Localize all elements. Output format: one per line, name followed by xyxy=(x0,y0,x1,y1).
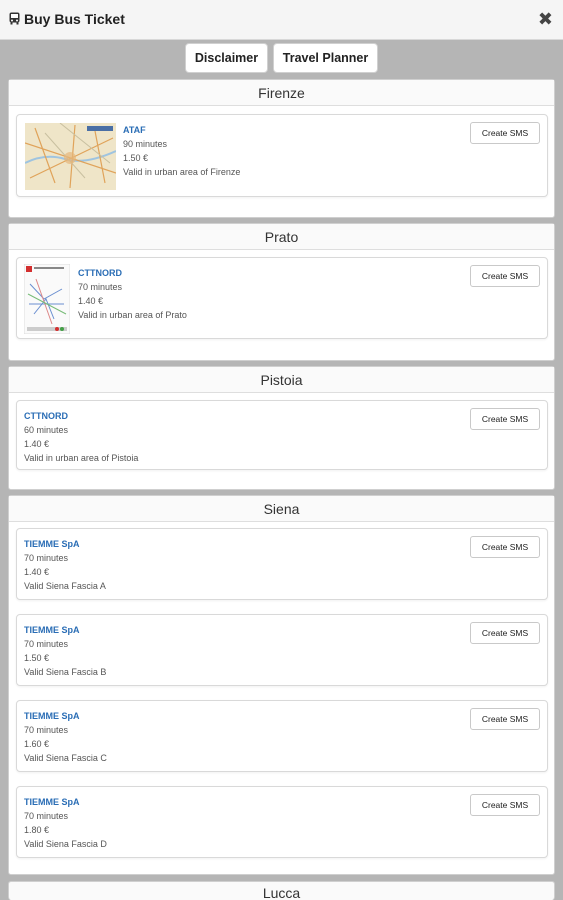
create-sms-button[interactable]: Create SMS xyxy=(470,794,540,816)
section-title: Siena xyxy=(9,496,554,522)
ticket-card: CTTNORD 70 minutes 1.40 € Valid in urban… xyxy=(16,257,548,339)
section-pistoia: Pistoia CTTNORD 60 minutes 1.40 € Valid … xyxy=(8,366,555,490)
ticket-card: TIEMME SpA 70 minutes 1.40 € Valid Siena… xyxy=(16,528,548,600)
close-icon[interactable]: ✖ xyxy=(538,9,553,29)
ticket-info: ATAF 90 minutes 1.50 € Valid in urban ar… xyxy=(123,123,240,179)
section-lucca: Lucca xyxy=(8,881,555,900)
section-title: Firenze xyxy=(9,80,554,106)
ticket-duration: 90 minutes xyxy=(123,139,168,149)
operator-link[interactable]: TIEMME SpA xyxy=(24,795,107,809)
section-title: Pistoia xyxy=(9,367,554,393)
ticket-price: 1.40 € xyxy=(24,439,50,449)
operator-link[interactable]: ATAF xyxy=(123,123,240,137)
travel-planner-button[interactable]: Travel Planner xyxy=(273,43,378,73)
ticket-price: 1.60 € xyxy=(24,739,50,749)
ticket-validity: Valid Siena Fascia B xyxy=(24,667,107,677)
create-sms-button[interactable]: Create SMS xyxy=(470,536,540,558)
section-title: Lucca xyxy=(9,882,554,900)
network-map-thumbnail xyxy=(24,264,70,334)
ticket-duration: 70 minutes xyxy=(24,553,69,563)
ticket-info: TIEMME SpA 70 minutes 1.80 € Valid Siena… xyxy=(24,795,107,851)
ticket-duration: 70 minutes xyxy=(24,811,69,821)
ticket-card: CTTNORD 60 minutes 1.40 € Valid in urban… xyxy=(16,400,548,470)
ticket-card: TIEMME SpA 70 minutes 1.80 € Valid Siena… xyxy=(16,786,548,858)
ticket-card: ATAF 90 minutes 1.50 € Valid in urban ar… xyxy=(16,114,548,197)
create-sms-button[interactable]: Create SMS xyxy=(470,122,540,144)
operator-link[interactable]: TIEMME SpA xyxy=(24,709,107,723)
ticket-validity: Valid in urban area of Firenze xyxy=(123,167,241,177)
ticket-price: 1.40 € xyxy=(24,567,50,577)
ticket-card: TIEMME SpA 70 minutes 1.60 € Valid Siena… xyxy=(16,700,548,772)
operator-link[interactable]: TIEMME SpA xyxy=(24,537,106,551)
section-prato: Prato CTTNORD 70 minutes 1.40 € Valid in… xyxy=(8,223,555,361)
ticket-info: TIEMME SpA 70 minutes 1.60 € Valid Siena… xyxy=(24,709,107,765)
section-title: Prato xyxy=(9,224,554,250)
section-siena: Siena TIEMME SpA 70 minutes 1.40 € Valid… xyxy=(8,495,555,875)
app-bar: Buy Bus Ticket ✖ xyxy=(0,0,563,40)
ticket-validity: Valid in urban area of Pistoia xyxy=(24,453,139,463)
ticket-duration: 70 minutes xyxy=(78,282,123,292)
ticket-info: TIEMME SpA 70 minutes 1.40 € Valid Siena… xyxy=(24,537,106,593)
ticket-price: 1.50 € xyxy=(123,153,149,163)
ticket-validity: Valid Siena Fascia A xyxy=(24,581,106,591)
bus-icon xyxy=(9,12,20,25)
ticket-validity: Valid Siena Fascia D xyxy=(24,839,107,849)
disclaimer-button[interactable]: Disclaimer xyxy=(185,43,268,73)
ticket-info: CTTNORD 60 minutes 1.40 € Valid in urban… xyxy=(24,409,138,465)
create-sms-button[interactable]: Create SMS xyxy=(470,708,540,730)
operator-link[interactable]: CTTNORD xyxy=(78,266,187,280)
app-title: Buy Bus Ticket xyxy=(24,11,125,27)
operator-link[interactable]: TIEMME SpA xyxy=(24,623,106,637)
ticket-validity: Valid Siena Fascia C xyxy=(24,753,107,763)
ticket-validity: Valid in urban area of Prato xyxy=(78,310,187,320)
ticket-duration: 70 minutes xyxy=(24,725,69,735)
create-sms-button[interactable]: Create SMS xyxy=(470,408,540,430)
ticket-info: TIEMME SpA 70 minutes 1.50 € Valid Siena… xyxy=(24,623,106,679)
operator-link[interactable]: CTTNORD xyxy=(24,409,138,423)
ticket-price: 1.50 € xyxy=(24,653,50,663)
ticket-price: 1.40 € xyxy=(78,296,104,306)
section-firenze: Firenze ATAF 90 minutes 1.50 € Valid in … xyxy=(8,79,555,218)
ticket-card: TIEMME SpA 70 minutes 1.50 € Valid Siena… xyxy=(16,614,548,686)
ticket-info: CTTNORD 70 minutes 1.40 € Valid in urban… xyxy=(78,266,187,322)
ticket-duration: 60 minutes xyxy=(24,425,69,435)
ticket-duration: 70 minutes xyxy=(24,639,69,649)
map-thumbnail xyxy=(25,123,116,190)
ticket-price: 1.80 € xyxy=(24,825,50,835)
create-sms-button[interactable]: Create SMS xyxy=(470,265,540,287)
create-sms-button[interactable]: Create SMS xyxy=(470,622,540,644)
